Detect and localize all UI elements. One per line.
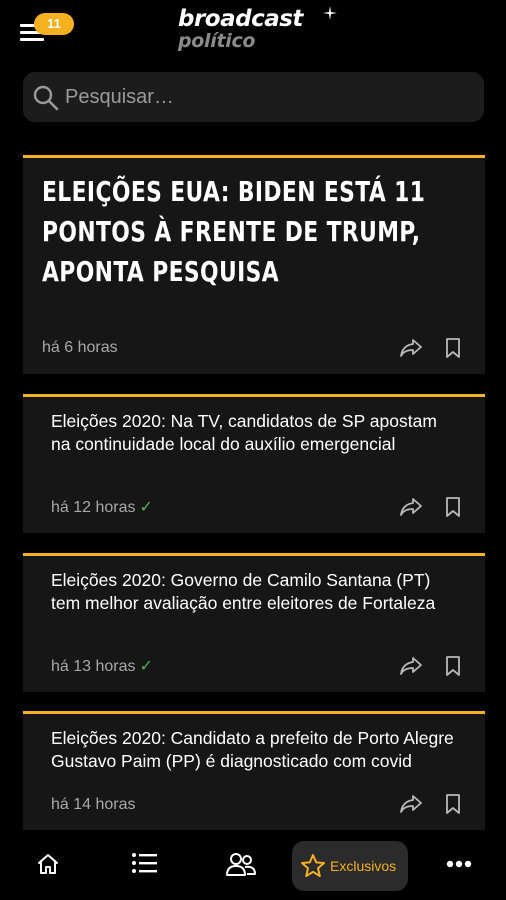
app-logo: broadcast político [178, 6, 338, 56]
exclusivos-tab[interactable]: Exclusivos [292, 841, 408, 891]
search-bar[interactable] [23, 72, 484, 122]
news-headline[interactable]: Eleições 2020: Governo de Camilo Santana… [51, 569, 461, 615]
news-headline[interactable]: Eleições 2020: Candidato a prefeito de P… [51, 727, 461, 773]
news-headline[interactable]: Eleições 2020: Na TV, candidatos de SP a… [51, 410, 461, 456]
bookmark-icon[interactable] [445, 497, 461, 517]
star-icon [301, 854, 325, 877]
news-time: há 14 horas [51, 796, 136, 814]
people-icon[interactable] [225, 852, 257, 876]
news-time: há 13 horas ✓ [51, 656, 153, 676]
share-icon[interactable] [399, 497, 423, 517]
news-time-text: há 12 horas [51, 499, 136, 516]
news-time-text: há 6 horas [42, 339, 118, 356]
featured-news-card[interactable]: ELEIÇÕES EUA: BIDEN ESTÁ 11 PONTOS À FRE… [23, 155, 485, 374]
sparkle-icon [323, 6, 337, 20]
news-feed[interactable]: ELEIÇÕES EUA: BIDEN ESTÁ 11 PONTOS À FRE… [23, 155, 485, 830]
logo-sub-text: político [178, 30, 256, 52]
exclusivos-label: Exclusivos [330, 858, 397, 874]
bottom-navigation: Exclusivos [0, 830, 506, 900]
featured-headline[interactable]: ELEIÇÕES EUA: BIDEN ESTÁ 11 PONTOS À FRE… [42, 172, 463, 292]
news-card[interactable]: Eleições 2020: Candidato a prefeito de P… [23, 711, 485, 830]
share-icon[interactable] [399, 338, 423, 358]
news-card[interactable]: Eleições 2020: Na TV, candidatos de SP a… [23, 394, 485, 533]
read-check-icon: ✓ [139, 658, 153, 675]
bookmark-icon[interactable] [445, 794, 461, 814]
read-check-icon: ✓ [139, 499, 153, 516]
news-time-text: há 13 horas [51, 658, 136, 675]
home-icon[interactable] [36, 852, 60, 876]
bookmark-icon[interactable] [445, 656, 461, 676]
app-header: 11 broadcast político [0, 0, 506, 60]
list-icon[interactable] [131, 852, 157, 874]
logo-main-text: broadcast [178, 6, 303, 32]
news-time: há 6 horas [42, 339, 118, 357]
news-time: há 12 horas ✓ [51, 497, 153, 517]
news-card[interactable]: Eleições 2020: Governo de Camilo Santana… [23, 553, 485, 692]
search-icon [33, 85, 59, 111]
share-icon[interactable] [399, 656, 423, 676]
news-time-text: há 14 horas [51, 796, 136, 813]
more-icon[interactable] [446, 860, 472, 868]
notification-badge[interactable]: 11 [34, 13, 74, 35]
search-input[interactable] [65, 80, 465, 114]
menu-icon-bar [20, 38, 44, 41]
bookmark-icon[interactable] [445, 338, 461, 358]
share-icon[interactable] [399, 794, 423, 814]
